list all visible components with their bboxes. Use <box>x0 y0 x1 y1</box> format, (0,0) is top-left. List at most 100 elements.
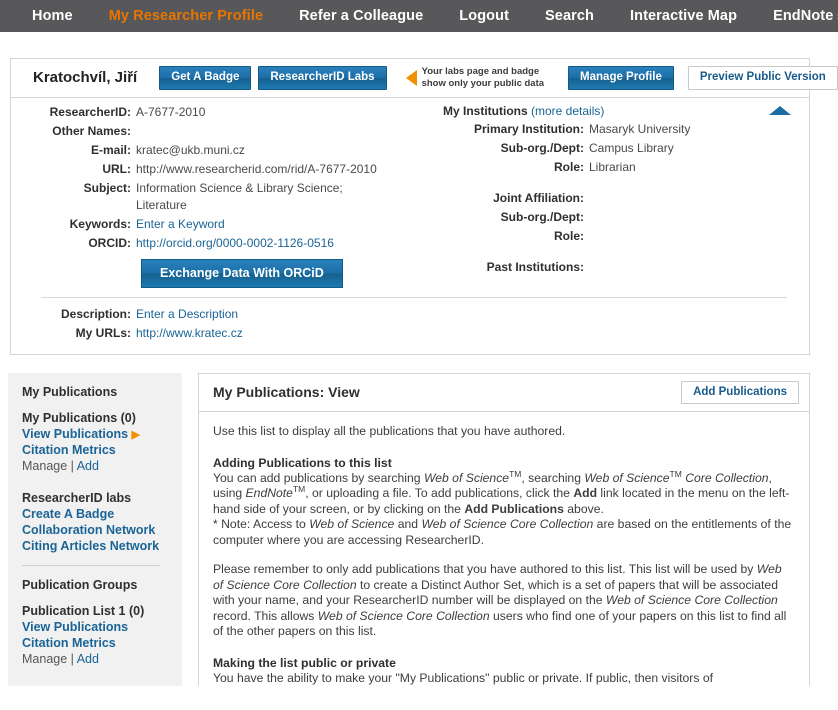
field-suborg-label: Sub-org./Dept: <box>500 140 584 155</box>
exchange-data-with-orcid-button[interactable]: Exchange Data With ORCiD <box>141 258 343 288</box>
s2-c: record. This allows <box>213 608 318 623</box>
sidebar-header-my-publications: My Publications <box>22 384 118 399</box>
sidebar-item-collaboration-network[interactable]: Collaboration Network <box>22 523 182 537</box>
sidebar-list1-add-link[interactable]: Add <box>77 652 99 666</box>
field-subject-line1: Information Science & Library Science; <box>136 180 343 195</box>
adding-publications-heading: Adding Publications to this list <box>213 455 392 470</box>
profile-left-column: ResearcherID: A-7677-2010 Other Names: E… <box>11 104 431 297</box>
orcid-button-row: Exchange Data With ORCiD <box>19 254 431 297</box>
field-joint-affiliation-label: Joint Affiliation: <box>493 190 584 205</box>
field-role-value: Librarian <box>589 159 636 174</box>
my-institutions-title: My Institutions (more details) <box>437 104 809 118</box>
add-publications-button[interactable]: Add Publications <box>681 380 799 405</box>
nav-item-my-researcher-profile[interactable]: My Researcher Profile <box>91 8 281 24</box>
profile-right-column: My Institutions (more details) Primary I… <box>431 104 809 297</box>
top-navigation-bar: Home My Researcher Profile Refer a Colle… <box>0 0 838 33</box>
my-urls-link[interactable]: http://www.kratec.cz <box>136 325 243 342</box>
sidebar-gap-2 <box>22 594 182 604</box>
callout-triangle-icon <box>405 69 417 86</box>
s1-endnote: EndNote <box>245 486 293 501</box>
sidebar-add-link[interactable]: Add <box>77 459 99 473</box>
sidebar-item-citing-articles-network[interactable]: Citing Articles Network <box>22 539 182 553</box>
publications-sidebar: My Publications My Publications (0) View… <box>8 372 182 687</box>
s1-note-ws1: Web of Science <box>309 517 395 532</box>
field-keywords: Keywords: Enter a Keyword <box>19 216 431 233</box>
field-orcid: ORCID: http://orcid.org/0000-0002-1126-0… <box>19 235 431 252</box>
more-details-link[interactable]: (more details) <box>531 104 604 118</box>
sidebar-list1-manage-add-row: Manage | Add <box>22 652 182 666</box>
field-subject-value: Information Science & Library Science; L… <box>136 180 343 214</box>
field-joint-suborg: Sub-org./Dept: <box>437 209 809 226</box>
field-other-names-label: Other Names: <box>52 123 131 138</box>
nav-item-endnote-label: EndNote <box>773 8 834 24</box>
field-past-institutions-label: Past Institutions: <box>486 259 584 274</box>
collapse-panel-triangle-icon[interactable] <box>769 105 791 115</box>
field-suborg-value: Campus Library <box>589 140 674 155</box>
field-primary-institution-label: Primary Institution: <box>473 121 584 136</box>
researcherid-labs-button[interactable]: ResearcherID Labs <box>258 66 387 90</box>
s1-tm1: TM <box>509 468 522 479</box>
sidebar-list1-citation-metrics[interactable]: Citation Metrics <box>22 636 182 650</box>
sidebar-view-publications-label: View Publications <box>22 426 129 441</box>
field-primary-institution-value: Masaryk University <box>589 121 691 136</box>
field-orcid-label: ORCID: <box>88 235 131 250</box>
making-list-public-paragraph: You have the ability to make your "My Pu… <box>213 670 714 685</box>
s1-ws1: Web of Science <box>423 470 510 485</box>
sidebar-item-create-a-badge[interactable]: Create A Badge <box>22 507 182 521</box>
s1-b: , searching <box>521 470 585 485</box>
field-suborg: Sub-org./Dept: Campus Library <box>437 140 809 157</box>
nav-item-home[interactable]: Home <box>14 8 91 24</box>
nav-item-interactive-map[interactable]: Interactive Map <box>612 8 755 24</box>
nav-item-refer-a-colleague[interactable]: Refer a Colleague <box>281 8 441 24</box>
s1-note-b: and <box>394 517 422 532</box>
sidebar-publication-list-1: Publication List 1 (0) <box>22 603 145 618</box>
field-researcherid: ResearcherID: A-7677-2010 <box>19 104 431 121</box>
labs-callout-line2: show only your public data <box>421 77 545 89</box>
s1-addpubs-bold: Add Publications <box>464 501 564 516</box>
institution-gap <box>437 178 809 190</box>
s1-ws2: Web of Science <box>584 470 670 485</box>
profile-footer: Description: Enter a Description My URLs… <box>11 298 809 354</box>
field-researcherid-label: ResearcherID: <box>49 104 131 119</box>
making-list-public-heading: Making the list public or private <box>213 655 396 670</box>
field-keywords-label: Keywords: <box>69 216 131 231</box>
sidebar-separator: | <box>67 458 77 473</box>
sidebar-manage-label: Manage <box>22 458 68 473</box>
field-subject-line2: Literature <box>136 197 187 212</box>
labs-callout-text: Your labs page and badge show only your … <box>422 66 544 89</box>
field-joint-suborg-label: Sub-org./Dept: <box>500 209 584 224</box>
adding-publications-paragraph: You can add publications by searching We… <box>213 468 793 518</box>
sidebar-header-publication-groups: Publication Groups <box>22 577 138 592</box>
get-a-badge-button[interactable]: Get A Badge <box>159 66 252 90</box>
s1-note-a: * Note: Access to <box>213 517 310 532</box>
sidebar-header-researcherid-labs: ResearcherID labs <box>22 490 132 505</box>
field-email-value: kratec@ukb.muni.cz <box>136 142 245 157</box>
field-email: E-mail: kratec@ukb.muni.cz <box>19 142 431 159</box>
orcid-link[interactable]: http://orcid.org/0000-0002-1126-0516 <box>136 235 334 252</box>
my-publications-panel: My Publications: View Add Publications U… <box>198 372 810 687</box>
s2-ws3: Web of Science Core Collection <box>317 608 490 623</box>
labs-callout: Your labs page and badge show only your … <box>405 66 544 89</box>
sidebar-item-citation-metrics[interactable]: Citation Metrics <box>22 443 182 457</box>
sidebar-list1-view-publications[interactable]: View Publications <box>22 620 182 634</box>
access-note-paragraph: * Note: Access to Web of Science and Web… <box>213 517 793 548</box>
researcher-profile-panel: Kratochvíl, Jiří Get A Badge ResearcherI… <box>10 58 838 355</box>
nav-item-endnote[interactable]: EndNote› <box>755 8 838 24</box>
distinct-author-set-paragraph: Please remember to only add publications… <box>213 562 793 640</box>
enter-a-keyword-link[interactable]: Enter a Keyword <box>136 216 225 233</box>
sidebar-item-view-publications[interactable]: View Publications ▶ <box>22 427 182 441</box>
field-subject-label: Subject: <box>83 180 131 195</box>
s1-d: , or uploading a file. To add publicatio… <box>305 486 574 501</box>
nav-item-search[interactable]: Search <box>527 8 612 24</box>
my-publications-body: Use this list to display all the publica… <box>199 412 809 686</box>
field-subject: Subject: Information Science & Library S… <box>19 180 431 214</box>
manage-profile-button[interactable]: Manage Profile <box>568 66 674 90</box>
enter-a-description-link[interactable]: Enter a Description <box>136 306 238 323</box>
field-email-label: E-mail: <box>90 142 131 157</box>
field-primary-institution: Primary Institution: Masaryk University <box>437 121 809 138</box>
lower-content-region: My Publications My Publications (0) View… <box>0 372 838 687</box>
nav-item-logout[interactable]: Logout <box>441 8 527 24</box>
past-institution-gap <box>437 247 809 259</box>
profile-details-body: ResearcherID: A-7677-2010 Other Names: E… <box>11 98 809 297</box>
preview-public-version-button[interactable]: Preview Public Version <box>687 66 838 90</box>
